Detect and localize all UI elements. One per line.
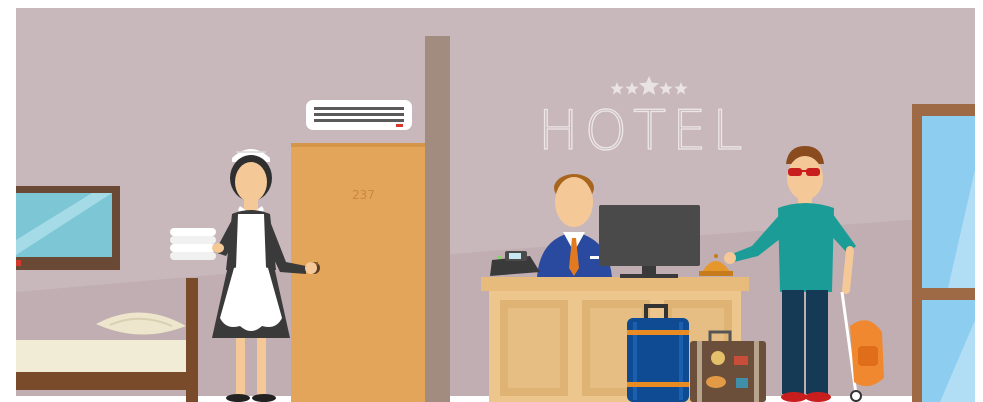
window — [912, 104, 975, 402]
hotel-sign-text: HOTEL — [538, 99, 748, 162]
room-number: 237 — [352, 188, 375, 202]
blue-suitcase — [627, 304, 689, 402]
air-conditioner — [306, 100, 412, 130]
wall-tv — [16, 186, 120, 270]
hotel-lobby-illustration: 237 HOTEL — [0, 8, 983, 402]
vintage-suitcase — [690, 330, 766, 402]
wall-pillar — [425, 36, 450, 402]
towel-stack — [170, 228, 216, 236]
